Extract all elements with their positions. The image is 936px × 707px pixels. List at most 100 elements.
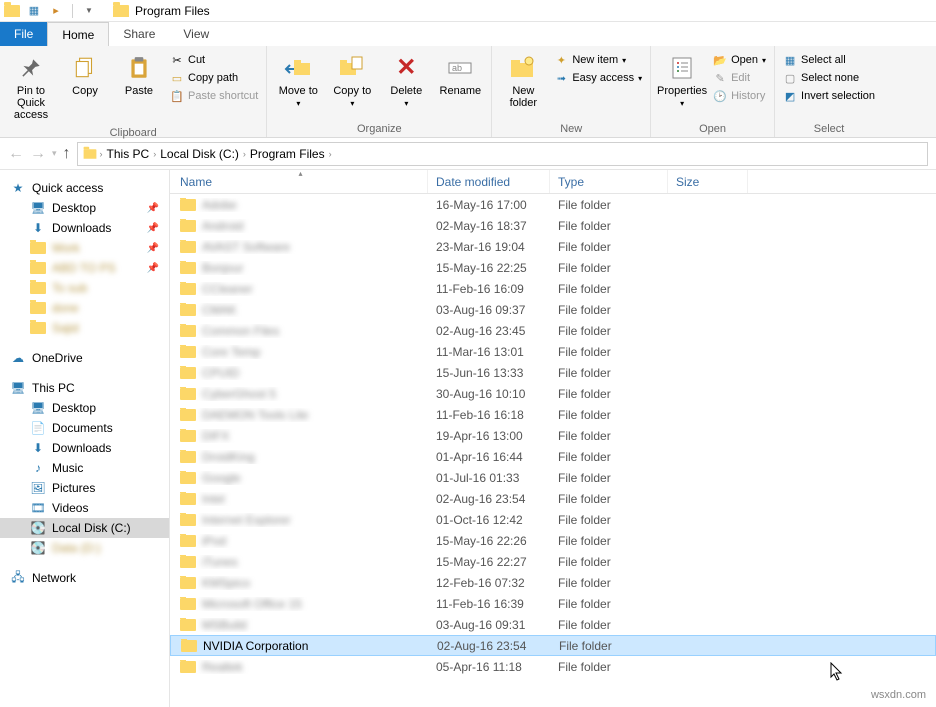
sidebar-hidden-3[interactable]: To sub <box>0 278 169 298</box>
col-type[interactable]: Type <box>550 170 668 193</box>
file-type: File folder <box>550 387 668 401</box>
select-none-button[interactable]: ▢Select none <box>781 70 877 86</box>
col-name[interactable]: Name▴ <box>170 170 428 193</box>
sidebar-tp-music[interactable]: ♪Music <box>0 458 169 478</box>
address-bar[interactable]: › This PC › Local Disk (C:) › Program Fi… <box>77 142 928 166</box>
new-item-button[interactable]: ✦New item ▾ <box>552 52 644 68</box>
sidebar-hidden-4[interactable]: done <box>0 298 169 318</box>
copy-path-button[interactable]: ▭Copy path <box>168 70 260 86</box>
table-row[interactable]: AVAST Software23-Mar-16 19:04File folder <box>170 236 936 257</box>
crumb-program-files[interactable]: Program Files <box>248 147 327 161</box>
folder-icon <box>180 220 196 232</box>
new-folder-qat-icon[interactable]: ▸ <box>48 3 64 19</box>
tab-share[interactable]: Share <box>109 22 169 46</box>
chevron-right-icon[interactable]: › <box>243 149 246 159</box>
chevron-right-icon[interactable]: › <box>153 149 156 159</box>
invert-selection-button[interactable]: ◩Invert selection <box>781 88 877 104</box>
qat-dropdown-icon[interactable]: ▼ <box>81 3 97 19</box>
sidebar-quick-access[interactable]: ★Quick access <box>0 178 169 198</box>
edit-button[interactable]: ✎Edit <box>711 70 768 86</box>
copy-path-icon: ▭ <box>170 71 184 85</box>
sidebar-tp-localdisk[interactable]: 💽Local Disk (C:) <box>0 518 169 538</box>
file-type: File folder <box>550 324 668 338</box>
easy-access-button[interactable]: ➟Easy access ▾ <box>552 70 644 86</box>
open-button[interactable]: 📂Open ▾ <box>711 52 768 68</box>
table-row[interactable]: Internet Explorer01-Oct-16 12:42File fol… <box>170 509 936 530</box>
table-row[interactable]: iPod15-May-16 22:26File folder <box>170 530 936 551</box>
sidebar-tp-desktop[interactable]: 🖥Desktop <box>0 398 169 418</box>
col-size[interactable]: Size <box>668 170 748 193</box>
copy-to-button[interactable]: Copy to▾ <box>327 50 377 113</box>
table-row[interactable]: DroidKing01-Apr-16 16:44File folder <box>170 446 936 467</box>
file-name: Adobe <box>202 198 237 212</box>
crumb-this-pc[interactable]: This PC <box>105 147 152 161</box>
app-icon <box>4 3 20 19</box>
tab-view[interactable]: View <box>169 22 223 46</box>
back-button[interactable]: ← <box>8 145 24 163</box>
tab-home[interactable]: Home <box>47 22 109 46</box>
table-row[interactable]: iTunes15-May-16 22:27File folder <box>170 551 936 572</box>
table-row[interactable]: Common Files02-Aug-16 23:45File folder <box>170 320 936 341</box>
recent-locations-button[interactable]: ▾ <box>52 148 57 159</box>
table-row[interactable]: Bonjour15-May-16 22:25File folder <box>170 257 936 278</box>
ribbon: Pin to Quick access Copy Paste ✂Cut ▭Cop… <box>0 46 936 138</box>
table-row[interactable]: Android02-May-16 18:37File folder <box>170 215 936 236</box>
paste-shortcut-button[interactable]: 📋Paste shortcut <box>168 88 260 104</box>
copy-to-icon <box>338 54 366 82</box>
group-label-clipboard: Clipboard <box>6 125 260 139</box>
col-date[interactable]: Date modified <box>428 170 550 193</box>
table-row[interactable]: CPUID15-Jun-16 13:33File folder <box>170 362 936 383</box>
table-row[interactable]: Google01-Jul-16 01:33File folder <box>170 467 936 488</box>
table-row[interactable]: Intel02-Aug-16 23:54File folder <box>170 488 936 509</box>
cut-button[interactable]: ✂Cut <box>168 52 260 68</box>
sidebar-this-pc[interactable]: 🖥This PC <box>0 378 169 398</box>
chevron-right-icon[interactable]: › <box>329 149 332 159</box>
file-type: File folder <box>550 576 668 590</box>
sidebar-hidden-1[interactable]: Work📌 <box>0 238 169 258</box>
sidebar-network[interactable]: 🖧Network <box>0 568 169 588</box>
sidebar-hidden-6[interactable]: 💽Data (D:) <box>0 538 169 558</box>
properties-button[interactable]: Properties▾ <box>657 50 707 113</box>
sidebar-tp-downloads[interactable]: ⬇Downloads <box>0 438 169 458</box>
table-row[interactable]: CMAK03-Aug-16 09:37File folder <box>170 299 936 320</box>
pin-icon: 📌 <box>147 223 159 234</box>
chevron-right-icon[interactable]: › <box>100 149 103 159</box>
table-row[interactable]: DIFX19-Apr-16 13:00File folder <box>170 425 936 446</box>
delete-button[interactable]: ✕ Delete▾ <box>381 50 431 113</box>
rename-button[interactable]: ab Rename <box>435 50 485 101</box>
sidebar-desktop[interactable]: 🖥Desktop📌 <box>0 198 169 218</box>
sidebar-hidden-5[interactable]: Sajid <box>0 318 169 338</box>
history-button[interactable]: 🕑History <box>711 88 768 104</box>
sidebar-downloads[interactable]: ⬇Downloads📌 <box>0 218 169 238</box>
folder-icon <box>180 472 196 484</box>
table-row[interactable]: Adobe16-May-16 17:00File folder <box>170 194 936 215</box>
move-to-button[interactable]: Move to▾ <box>273 50 323 113</box>
new-folder-button[interactable]: New folder <box>498 50 548 113</box>
table-row[interactable]: NVIDIA Corporation02-Aug-16 23:54File fo… <box>170 635 936 656</box>
folder-icon <box>30 302 46 314</box>
table-row[interactable]: DAEMON Tools Lite11-Feb-16 16:18File fol… <box>170 404 936 425</box>
up-button[interactable]: ↑ <box>63 145 71 163</box>
properties-qat-icon[interactable]: ▦ <box>26 3 42 19</box>
sidebar-tp-documents[interactable]: 📄Documents <box>0 418 169 438</box>
select-all-button[interactable]: ▦Select all <box>781 52 877 68</box>
table-row[interactable]: Microsoft Office 1511-Feb-16 16:39File f… <box>170 593 936 614</box>
table-row[interactable]: Realtek05-Apr-16 11:18File folder <box>170 656 936 677</box>
group-clipboard: Pin to Quick access Copy Paste ✂Cut ▭Cop… <box>0 46 267 137</box>
tab-file[interactable]: File <box>0 22 47 46</box>
sidebar-hidden-2[interactable]: ABD TO PS📌 <box>0 258 169 278</box>
table-row[interactable]: CCleaner11-Feb-16 16:09File folder <box>170 278 936 299</box>
sidebar-tp-pictures[interactable]: 🖼Pictures <box>0 478 169 498</box>
paste-button[interactable]: Paste <box>114 50 164 101</box>
crumb-local-disk[interactable]: Local Disk (C:) <box>158 147 241 161</box>
table-row[interactable]: CyberGhost 530-Aug-16 10:10File folder <box>170 383 936 404</box>
file-name: Common Files <box>202 324 279 338</box>
sidebar-tp-videos[interactable]: 🎞Videos <box>0 498 169 518</box>
copy-button[interactable]: Copy <box>60 50 110 101</box>
forward-button[interactable]: → <box>30 145 46 163</box>
table-row[interactable]: MSBuild03-Aug-16 09:31File folder <box>170 614 936 635</box>
table-row[interactable]: KMSpico12-Feb-16 07:32File folder <box>170 572 936 593</box>
pin-to-quick-access-button[interactable]: Pin to Quick access <box>6 50 56 125</box>
table-row[interactable]: Core Temp11-Mar-16 13:01File folder <box>170 341 936 362</box>
sidebar-onedrive[interactable]: ☁OneDrive <box>0 348 169 368</box>
